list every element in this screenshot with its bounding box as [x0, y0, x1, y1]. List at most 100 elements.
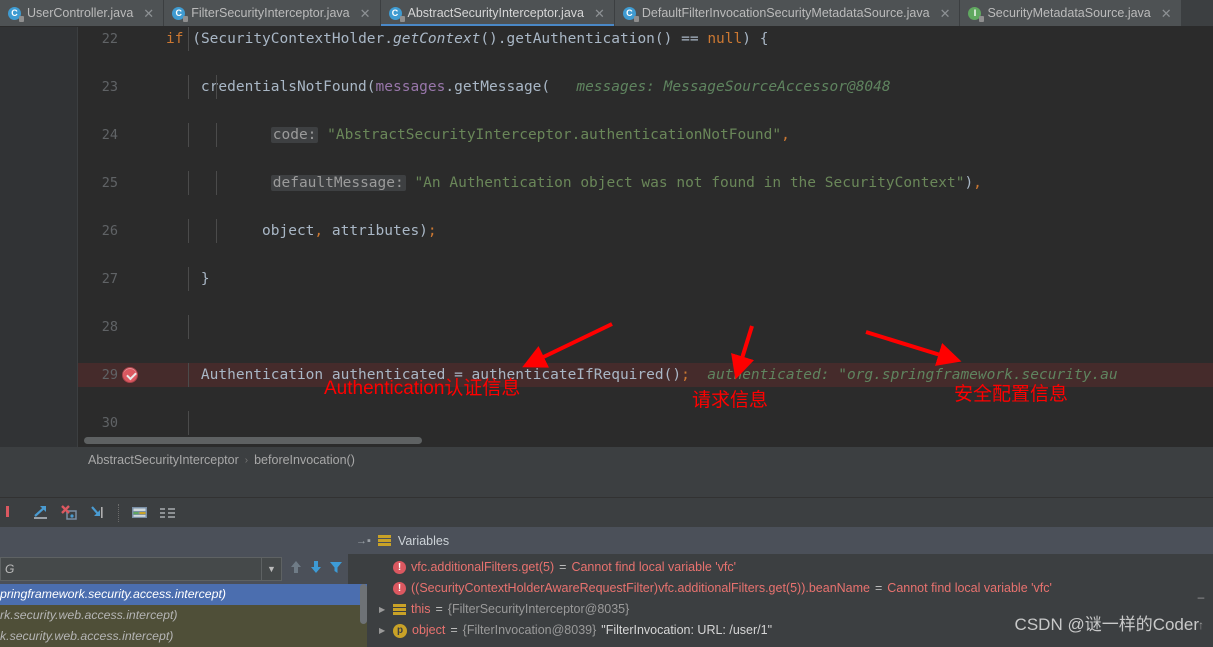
code-line: 22 if (SecurityContextHolder.getContext(…: [78, 27, 1213, 51]
breadcrumb-method[interactable]: beforeInvocation(): [254, 453, 355, 467]
editor-bottom-strip: [0, 473, 1213, 497]
code-text: if (SecurityContextHolder.getContext().g…: [78, 27, 1213, 51]
code-text: [78, 315, 1213, 339]
variable-name: vfc.additionalFilters.get(5): [411, 560, 555, 574]
class-icon: C: [172, 6, 189, 22]
variable-value: {FilterInvocation@8039}: [462, 623, 597, 637]
step-over-icon[interactable]: [28, 500, 54, 526]
tab-label: UserController.java: [27, 6, 134, 20]
annotation-label-authentication: Authentication认证信息: [324, 378, 521, 399]
chevron-down-icon[interactable]: ▼: [261, 558, 281, 580]
frame-row[interactable]: k.security.web.access.intercept): [0, 626, 367, 647]
equals-sign: =: [874, 581, 883, 595]
variable-name: object: [412, 623, 446, 637]
error-icon: !: [393, 582, 406, 595]
tab-label: SecurityMetadataSource.java: [987, 6, 1151, 20]
code-line: 27 }: [78, 267, 1213, 291]
expand-chevron-icon[interactable]: ▶: [379, 620, 388, 641]
filter-icon[interactable]: [328, 558, 344, 581]
close-icon[interactable]: ✕: [594, 7, 605, 20]
tab-default-filter-invocation-security-metadata-source[interactable]: C DefaultFilterInvocationSecurityMetadat…: [614, 0, 961, 26]
equals-sign: =: [450, 623, 458, 637]
tab-label: FilterSecurityInterceptor.java: [191, 6, 350, 20]
annotation-label-security-config: 安全配置信息: [954, 384, 1069, 405]
variables-pane[interactable]: ▶ ! vfc.additionalFilters.get(5) = Canno…: [372, 554, 1213, 647]
frames-toolbar: [288, 557, 344, 581]
close-icon[interactable]: ✕: [940, 7, 951, 20]
tab-label: AbstractSecurityInterceptor.java: [407, 6, 584, 20]
tab-user-controller[interactable]: C UserController.java ✕: [0, 0, 165, 26]
move-down-icon[interactable]: [308, 558, 324, 581]
equals-sign: =: [559, 560, 567, 574]
breadcrumb-separator-icon: ›: [244, 454, 249, 466]
show-execution-point-icon[interactable]: [0, 500, 26, 526]
tab-abstract-security-interceptor[interactable]: C AbstractSecurityInterceptor.java ✕: [380, 0, 615, 26]
evaluate-expression-icon[interactable]: [127, 500, 153, 526]
variables-icon: [377, 535, 391, 546]
frames-pane: G ▼ pringframework.security.access.inter…: [0, 554, 367, 647]
variable-row[interactable]: ▶ p object = {FilterInvocation@8039} "Fi…: [372, 620, 1213, 641]
tab-variables-label: Variables: [397, 533, 450, 548]
editor-tab-bar: C UserController.java ✕ C FilterSecurity…: [0, 0, 1213, 27]
code-line: 24 code: "AbstractSecurityInterceptor.au…: [78, 123, 1213, 147]
step-out-icon[interactable]: [84, 500, 110, 526]
annotation-label-request: 请求信息: [692, 390, 769, 411]
variable-name: this: [411, 602, 431, 616]
breadcrumb-class[interactable]: AbstractSecurityInterceptor: [88, 453, 239, 467]
thread-selector[interactable]: G ▼: [0, 557, 282, 581]
editor-horizontal-scrollbar[interactable]: [84, 437, 422, 444]
code-text: code: "AbstractSecurityInterceptor.authe…: [78, 123, 1213, 147]
tab-filter-security-interceptor[interactable]: C FilterSecurityInterceptor.java ✕: [164, 0, 381, 26]
code-line: 28: [78, 315, 1213, 339]
ide-window: C UserController.java ✕ C FilterSecurity…: [0, 0, 1213, 647]
code-line: 26 object, attributes);: [78, 219, 1213, 243]
frames-list[interactable]: pringframework.security.access.intercept…: [0, 584, 367, 647]
code-text: credentialsNotFound(messages.getMessage(…: [78, 75, 1213, 99]
code-text: [78, 411, 1213, 435]
thread-selector-value: G: [5, 562, 15, 576]
debugger-step-toolbar: [0, 497, 1213, 527]
pin-icon[interactable]: →▪: [356, 535, 371, 547]
interface-icon: I: [968, 6, 985, 22]
frame-row[interactable]: rk.security.web.access.intercept): [0, 605, 367, 626]
variable-value: {FilterSecurityInterceptor@8035}: [447, 602, 630, 616]
frame-row[interactable]: pringframework.security.access.intercept…: [0, 584, 367, 605]
code-line: 23 credentialsNotFound(messages.getMessa…: [78, 75, 1213, 99]
breadcrumb: AbstractSecurityInterceptor › beforeInvo…: [0, 447, 1213, 473]
equals-sign: =: [435, 602, 443, 616]
code-text: object, attributes);: [78, 219, 1213, 243]
parameter-icon: p: [393, 623, 407, 638]
scroll-up-icon[interactable]: ↑: [1193, 617, 1209, 633]
force-step-into-icon[interactable]: [56, 500, 82, 526]
code-text: defaultMessage: "An Authentication objec…: [78, 171, 1213, 195]
toolbar-separator: [118, 503, 119, 522]
variable-name: ((SecurityContextHolderAwareRequestFilte…: [411, 581, 870, 595]
variable-row[interactable]: ▶ this = {FilterSecurityInterceptor@8035…: [372, 599, 1213, 620]
this-icon: [393, 604, 406, 615]
close-icon[interactable]: ✕: [1161, 7, 1172, 20]
expand-chevron-icon[interactable]: ▶: [379, 599, 388, 620]
tab-variables[interactable]: →▪ Variables: [352, 527, 449, 554]
class-icon: C: [622, 6, 639, 22]
variable-value-extra: "FilterInvocation: URL: /user/1": [601, 623, 773, 637]
debug-panel-header: →▪ Variables: [0, 527, 1213, 554]
code-text: }: [78, 267, 1213, 291]
variable-value: Cannot find local variable 'vfc': [887, 581, 1052, 595]
move-up-icon[interactable]: [288, 558, 304, 581]
collapse-icon[interactable]: –: [1193, 589, 1209, 605]
class-icon: C: [8, 6, 24, 22]
frames-header-area: [0, 527, 348, 554]
tab-security-metadata-source[interactable]: I SecurityMetadataSource.java ✕: [960, 0, 1182, 26]
editor-gutter[interactable]: [0, 27, 78, 447]
variable-row[interactable]: ▶ ! ((SecurityContextHolderAwareRequestF…: [372, 578, 1213, 599]
code-line: 30: [78, 411, 1213, 435]
class-icon: C: [388, 6, 405, 22]
variable-row[interactable]: ▶ ! vfc.additionalFilters.get(5) = Canno…: [372, 557, 1213, 578]
code-line: 25 defaultMessage: "An Authentication ob…: [78, 171, 1213, 195]
variable-value: Cannot find local variable 'vfc': [571, 560, 737, 574]
layout-settings-icon[interactable]: [155, 500, 181, 526]
error-icon: !: [393, 561, 406, 574]
frames-scrollbar[interactable]: [360, 584, 367, 624]
close-icon[interactable]: ✕: [143, 7, 154, 20]
close-icon[interactable]: ✕: [360, 7, 371, 20]
